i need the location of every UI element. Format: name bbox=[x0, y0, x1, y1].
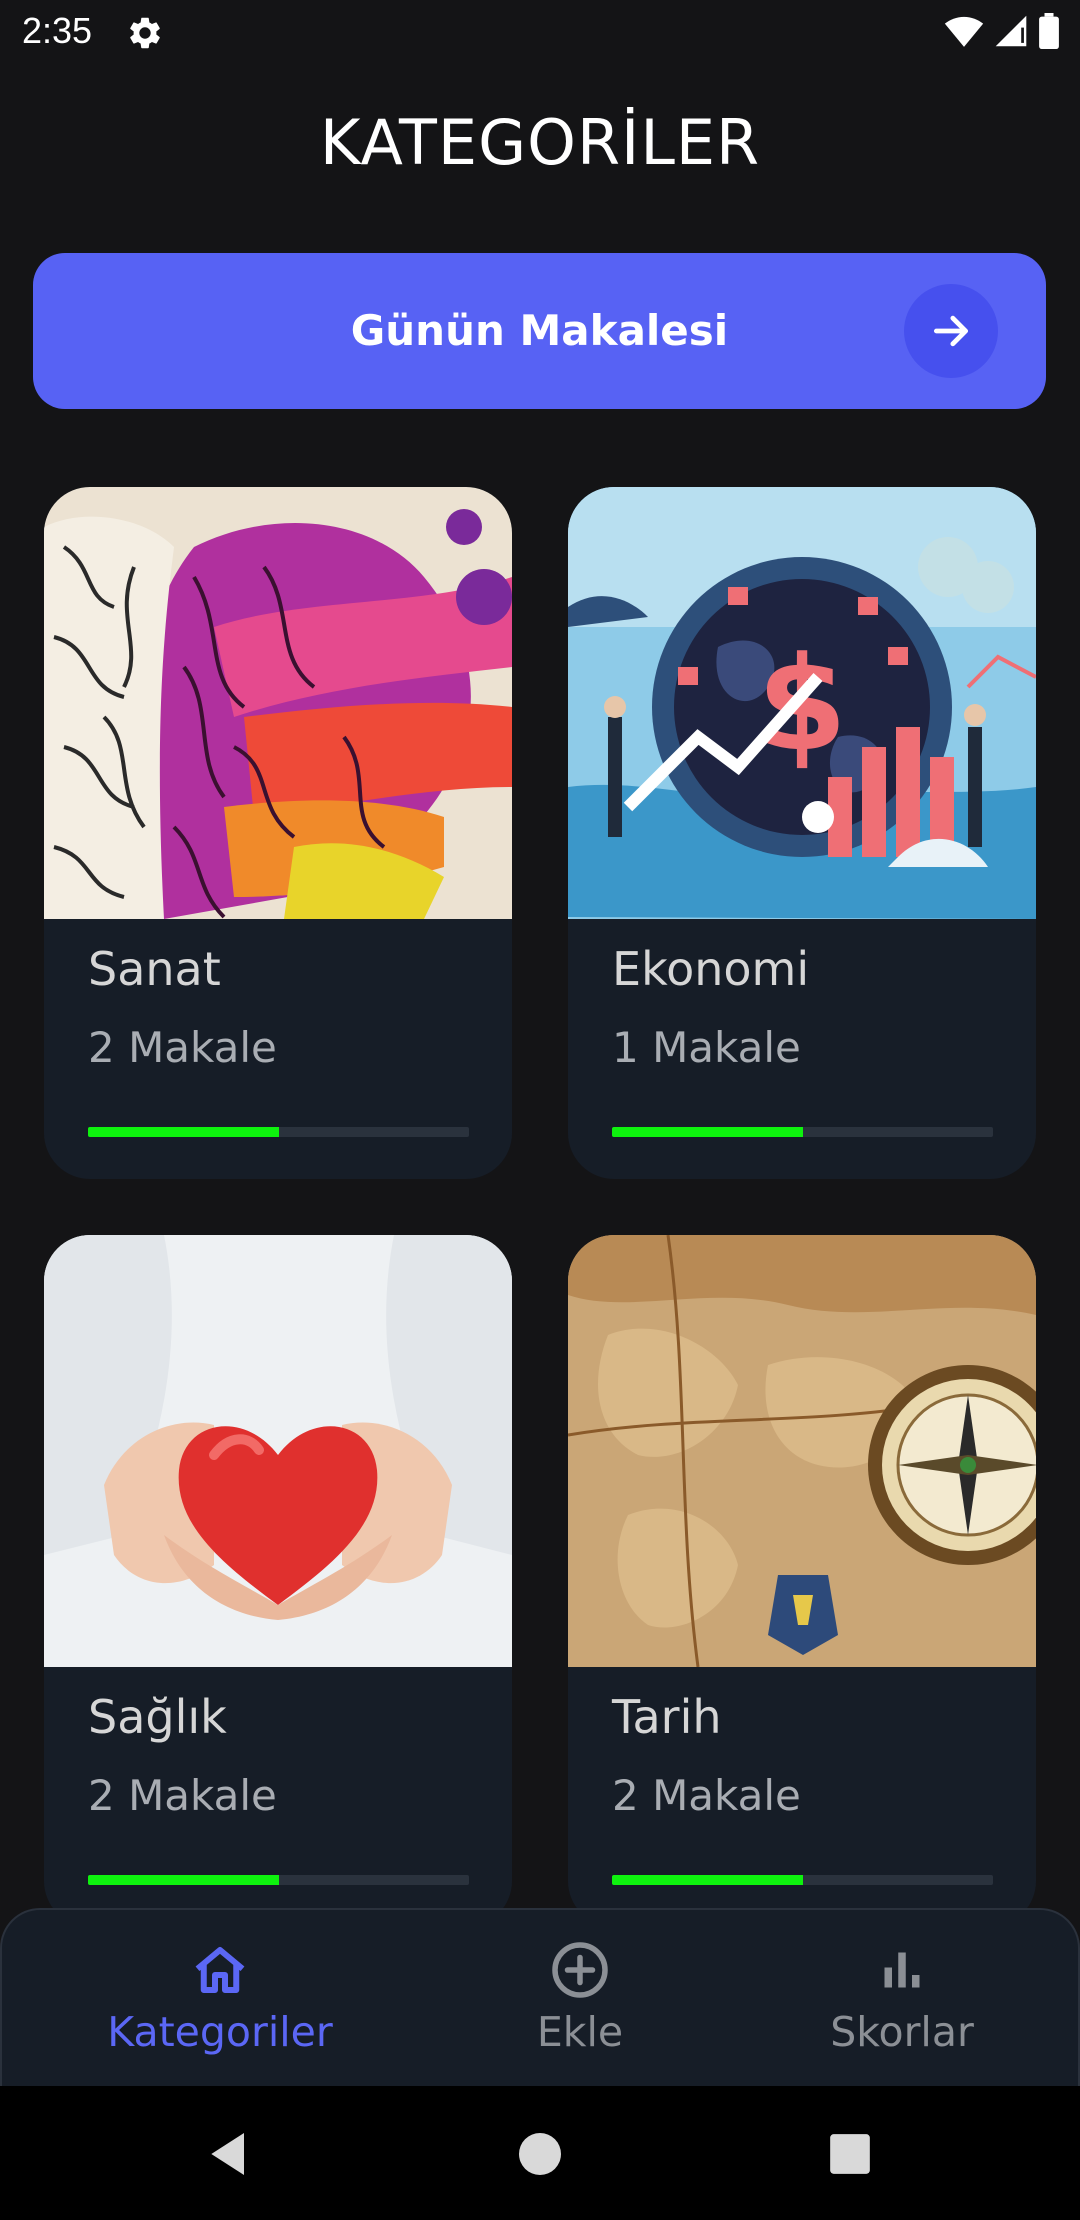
category-article-count: 2 Makale bbox=[88, 1771, 277, 1820]
app-screen: 2:35 KATEGORİLER Günün Makalesi Sanat 2 … bbox=[0, 0, 1080, 2220]
gear-icon bbox=[126, 14, 164, 52]
daily-article-button[interactable]: Günün Makalesi bbox=[33, 253, 1046, 409]
category-progress-fill bbox=[88, 1875, 279, 1885]
home-circle-icon[interactable] bbox=[512, 2126, 568, 2182]
daily-article-label: Günün Makalesi bbox=[350, 306, 729, 355]
category-article-count: 1 Makale bbox=[612, 1023, 801, 1072]
category-card-tarih[interactable]: Tarih 2 Makale bbox=[568, 1235, 1036, 1927]
nav-item-ekle[interactable]: Ekle bbox=[430, 1910, 730, 2088]
system-navigation-bar bbox=[0, 2086, 1080, 2220]
category-progress-fill bbox=[612, 1127, 803, 1137]
category-progress-bar bbox=[612, 1875, 993, 1885]
back-icon[interactable] bbox=[202, 2126, 258, 2182]
page-title: KATEGORİLER bbox=[319, 106, 761, 179]
category-title: Sanat bbox=[88, 942, 221, 996]
home-icon bbox=[190, 1940, 250, 2000]
category-title: Sağlık bbox=[88, 1690, 227, 1744]
category-progress-bar bbox=[88, 1875, 469, 1885]
nav-label: Ekle bbox=[536, 2008, 624, 2056]
bar-chart-icon bbox=[872, 1940, 932, 2000]
cell-signal-icon bbox=[994, 14, 1028, 52]
category-card-ekonomi[interactable]: $ Ekonomi 1 Makale bbox=[568, 487, 1036, 1179]
battery-icon bbox=[1038, 13, 1060, 53]
economy-globe-illustration: $ bbox=[568, 487, 1036, 919]
nav-label: Kategoriler bbox=[107, 2008, 333, 2056]
nav-item-kategoriler[interactable]: Kategoriler bbox=[70, 1910, 370, 2088]
hands-holding-heart-photo bbox=[44, 1235, 512, 1667]
old-map-compass-photo bbox=[568, 1235, 1036, 1667]
category-progress-fill bbox=[88, 1127, 279, 1137]
recents-icon[interactable] bbox=[822, 2126, 878, 2182]
add-circle-icon bbox=[550, 1940, 610, 2000]
category-progress-bar bbox=[88, 1127, 469, 1137]
bottom-navigation: Kategoriler Ekle Skorlar bbox=[0, 1908, 1080, 2086]
wifi-icon bbox=[944, 14, 984, 52]
category-article-count: 2 Makale bbox=[612, 1771, 801, 1820]
category-progress-bar bbox=[612, 1127, 993, 1137]
category-title: Tarih bbox=[612, 1690, 722, 1744]
category-card-saglik[interactable]: Sağlık 2 Makale bbox=[44, 1235, 512, 1927]
category-progress-fill bbox=[612, 1875, 803, 1885]
nav-label: Skorlar bbox=[830, 2008, 974, 2056]
category-article-count: 2 Makale bbox=[88, 1023, 277, 1072]
nav-item-skorlar[interactable]: Skorlar bbox=[752, 1910, 1052, 2088]
brain-art-illustration bbox=[44, 487, 512, 919]
arrow-right-icon[interactable] bbox=[904, 284, 998, 378]
category-card-sanat[interactable]: Sanat 2 Makale bbox=[44, 487, 512, 1179]
status-indicators bbox=[944, 13, 1060, 53]
status-time: 2:35 bbox=[22, 10, 93, 51]
status-bar: 2:35 bbox=[0, 0, 1080, 66]
category-title: Ekonomi bbox=[612, 942, 810, 996]
